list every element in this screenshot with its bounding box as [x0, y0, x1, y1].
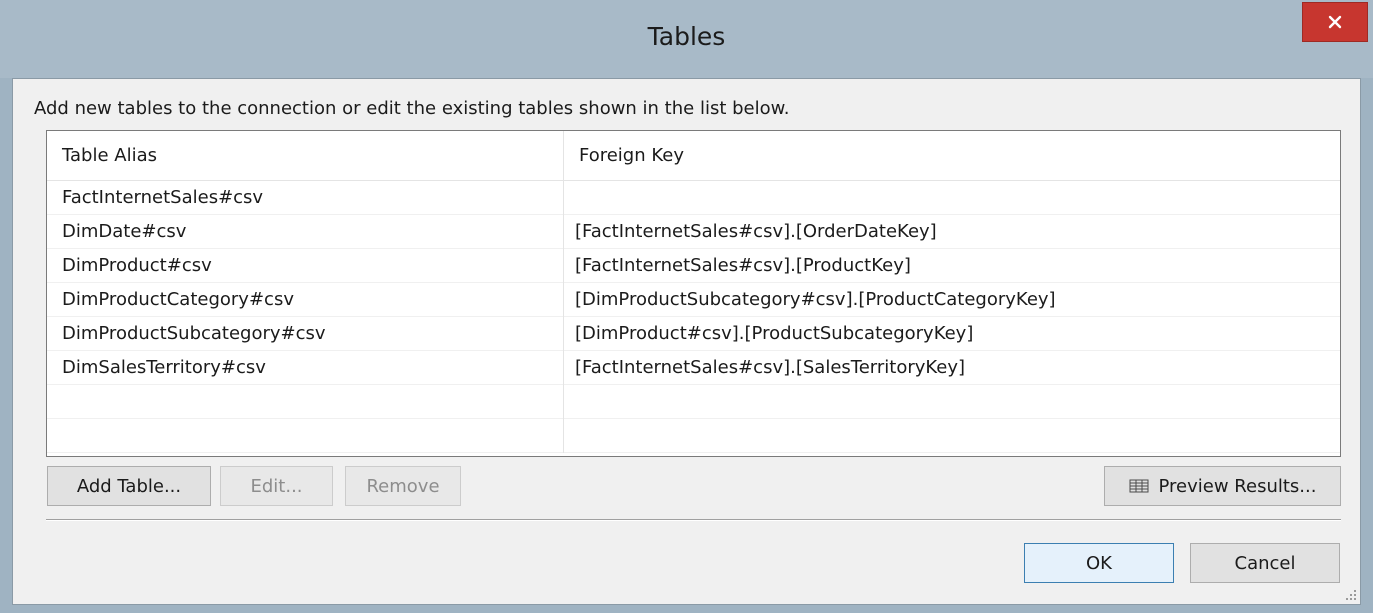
table-alias-cell: DimSalesTerritory#csv	[47, 351, 564, 385]
resize-grip-icon[interactable]	[1343, 587, 1357, 601]
preview-results-label: Preview Results...	[1158, 475, 1317, 497]
separator	[46, 519, 1341, 521]
edit-button[interactable]: Edit...	[220, 466, 333, 506]
table-header: Table Alias Foreign Key	[47, 131, 1340, 181]
foreign-key-cell: [DimProductSubcategory#csv].[ProductCate…	[575, 289, 1056, 310]
dialog-body: Add new tables to the connection or edit…	[12, 78, 1361, 605]
table-row[interactable]: FactInternetSales#csv	[47, 181, 1340, 215]
table-alias-cell	[47, 419, 564, 453]
add-table-button[interactable]: Add Table...	[47, 466, 211, 506]
instructions-text: Add new tables to the connection or edit…	[34, 98, 790, 119]
column-header-table-alias[interactable]: Table Alias	[47, 131, 564, 181]
remove-button[interactable]: Remove	[345, 466, 461, 506]
preview-results-button[interactable]: Preview Results...	[1104, 466, 1341, 506]
dialog-title: Tables	[647, 22, 726, 51]
table-row[interactable]: DimProduct#csv [FactInternetSales#csv].[…	[47, 249, 1340, 283]
table-row[interactable]: DimProductCategory#csv [DimProductSubcat…	[47, 283, 1340, 317]
close-button[interactable]	[1302, 2, 1368, 42]
foreign-key-cell	[564, 419, 1340, 453]
foreign-key-cell: [DimProduct#csv].[ProductSubcategoryKey]	[575, 323, 974, 344]
foreign-key-cell: [FactInternetSales#csv].[OrderDateKey]	[575, 221, 937, 242]
table-alias-cell: FactInternetSales#csv	[47, 181, 564, 215]
table-row[interactable]: DimDate#csv [FactInternetSales#csv].[Ord…	[47, 215, 1340, 249]
table-row[interactable]	[47, 385, 1340, 419]
table-alias-cell: DimProduct#csv	[47, 249, 564, 283]
tables-dialog: Tables Add new tables to the connection …	[0, 0, 1373, 613]
foreign-key-cell: [FactInternetSales#csv].[ProductKey]	[575, 255, 911, 276]
table-row[interactable]: DimSalesTerritory#csv [FactInternetSales…	[47, 351, 1340, 385]
table-alias-cell: DimProductSubcategory#csv	[47, 317, 564, 351]
foreign-key-cell: [FactInternetSales#csv].[SalesTerritoryK…	[575, 357, 966, 378]
close-icon	[1328, 15, 1342, 29]
table-alias-cell: DimDate#csv	[47, 215, 564, 249]
column-header-foreign-key[interactable]: Foreign Key	[564, 131, 1335, 181]
table-alias-cell: DimProductCategory#csv	[47, 283, 564, 317]
table-rows: FactInternetSales#csv DimDate#csv [FactI…	[47, 181, 1340, 453]
table-grid-icon	[1129, 479, 1149, 493]
foreign-key-cell	[564, 385, 1340, 419]
cancel-button[interactable]: Cancel	[1190, 543, 1340, 583]
table-row[interactable]	[47, 419, 1340, 453]
foreign-key-cell	[564, 181, 1340, 215]
title-bar: Tables	[0, 0, 1373, 78]
tables-list[interactable]: Table Alias Foreign Key FactInternetSale…	[46, 130, 1341, 457]
table-alias-cell	[47, 385, 564, 419]
ok-button[interactable]: OK	[1024, 543, 1174, 583]
table-row[interactable]: DimProductSubcategory#csv [DimProduct#cs…	[47, 317, 1340, 351]
